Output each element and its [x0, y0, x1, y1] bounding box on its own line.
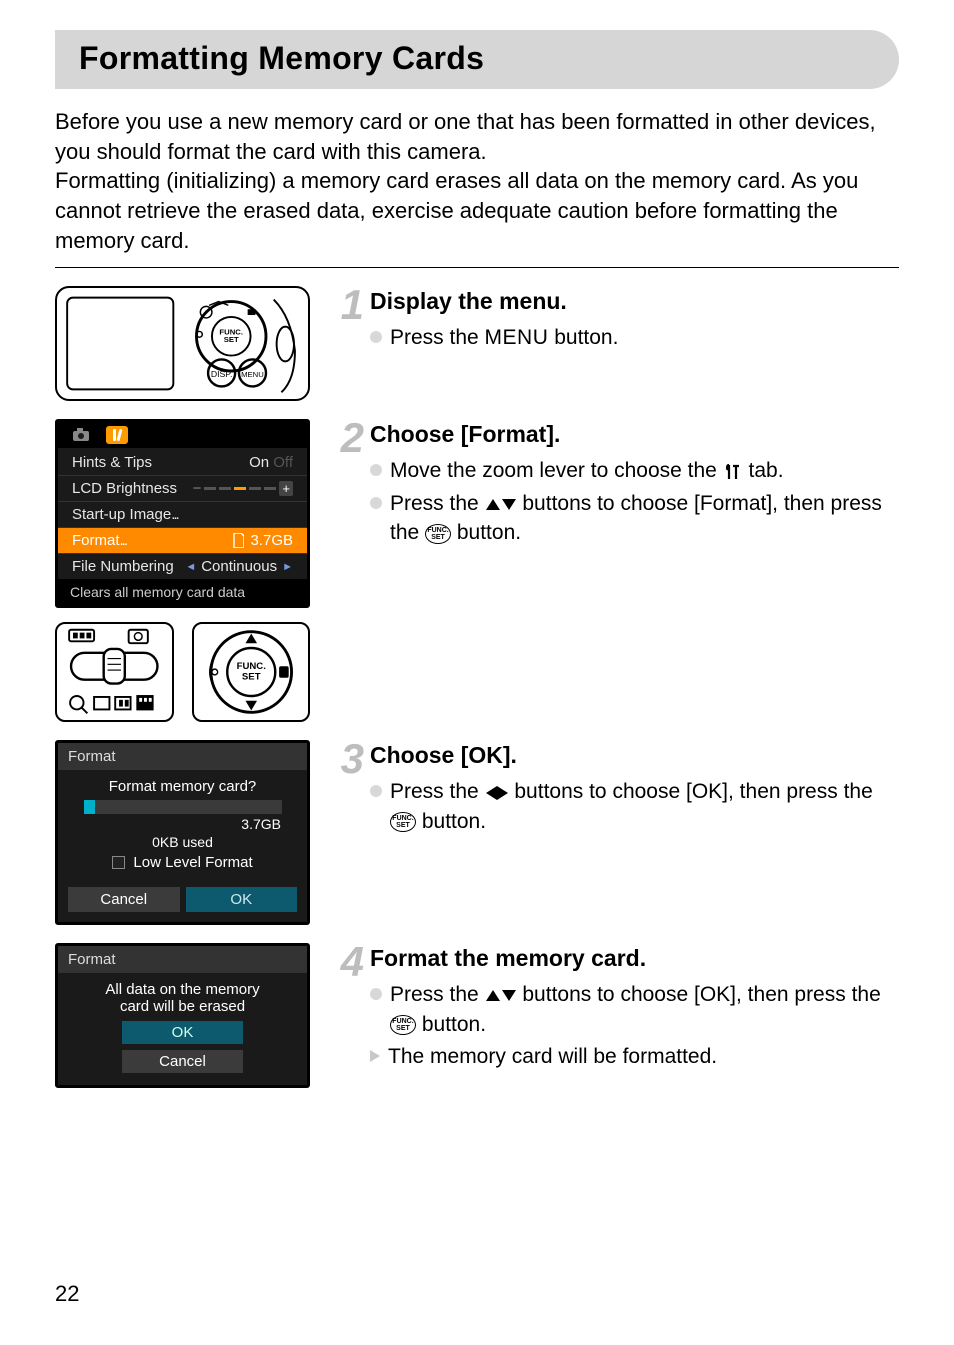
step-number: 2 — [330, 419, 364, 457]
result-line: The memory card will be formatted. — [370, 1042, 899, 1071]
bullet-icon — [370, 464, 382, 476]
tools-tab-icon — [106, 426, 128, 444]
cancel-button: Cancel — [122, 1050, 244, 1073]
menu-row-filenum: File Numbering ◄ Continuous ► — [58, 554, 307, 579]
sd-card-icon — [232, 533, 244, 548]
warning-line-1: All data on the memory — [70, 981, 295, 998]
intro-paragraph: Before you use a new memory card or one … — [55, 107, 899, 255]
left-right-arrows-icon — [486, 786, 508, 800]
dpad-illustration: FUNC. SET — [192, 622, 311, 722]
instruction-line: Press the buttons to choose [OK], then p… — [370, 777, 899, 836]
up-down-arrows-icon — [486, 499, 516, 510]
dialog-title: Format — [58, 946, 307, 973]
svg-text:FUNC.: FUNC. — [236, 662, 265, 673]
instruction-line: Press the MENU button. — [370, 323, 899, 352]
step-title: Format the memory card. — [370, 945, 899, 972]
page-number: 22 — [55, 1281, 79, 1307]
low-level-checkbox — [112, 856, 125, 869]
menu-row-brightness: LCD Brightness − + — [58, 476, 307, 502]
svg-text:MENU: MENU — [241, 370, 264, 379]
svg-text:SET: SET — [224, 335, 239, 344]
step-number: 1 — [330, 286, 364, 324]
func-set-icon: FUNC.SET — [390, 812, 416, 832]
brightness-slider: − + — [193, 480, 293, 497]
step-title: Choose [OK]. — [370, 742, 899, 769]
warning-line-2: card will be erased — [70, 998, 295, 1015]
func-set-icon: FUNC.SET — [390, 1015, 416, 1035]
instruction-line: Press the buttons to choose [OK], then p… — [370, 980, 899, 1039]
tools-tab-inline-icon — [724, 463, 742, 481]
settings-menu-screenshot: Hints & Tips On Off LCD Brightness − + — [55, 419, 310, 608]
menu-button-label: MENU — [485, 326, 549, 349]
camera-back-illustration: FUNC. SET DISP. MENU — [55, 286, 310, 401]
step-number: 3 — [330, 740, 364, 778]
bullet-icon — [370, 785, 382, 797]
ok-button: OK — [122, 1021, 244, 1044]
format-warning-dialog: Format All data on the memory card will … — [55, 943, 310, 1088]
menu-footer-hint: Clears all memory card data — [58, 579, 307, 605]
zoom-lever-illustration — [55, 622, 174, 722]
result-triangle-icon — [370, 1050, 380, 1062]
bullet-icon — [370, 331, 382, 343]
bullet-icon — [370, 988, 382, 1000]
separator — [55, 267, 899, 268]
menu-row-hints: Hints & Tips On Off — [58, 450, 307, 476]
up-down-arrows-icon — [486, 990, 516, 1001]
capacity-label: 3.7GB — [70, 816, 295, 832]
capacity-bar — [84, 800, 282, 814]
dialog-title: Format — [58, 743, 307, 770]
bullet-icon — [370, 497, 382, 509]
used-label: 0KB used — [70, 834, 295, 850]
svg-text:DISP.: DISP. — [211, 369, 233, 379]
camera-tab-icon — [70, 426, 92, 444]
cancel-button: Cancel — [68, 887, 180, 912]
step-title: Display the menu. — [370, 288, 899, 315]
ok-button: OK — [186, 887, 298, 912]
section-title: Formatting Memory Cards — [79, 40, 879, 77]
func-set-icon: FUNC.SET — [425, 524, 451, 544]
svg-text:SET: SET — [241, 672, 260, 683]
section-title-bar: Formatting Memory Cards — [55, 30, 899, 89]
format-confirm-dialog: Format Format memory card? 3.7GB 0KB use… — [55, 740, 310, 925]
step-title: Choose [Format]. — [370, 421, 899, 448]
dialog-question: Format memory card? — [70, 778, 295, 795]
step-number: 4 — [330, 943, 364, 981]
low-level-label: Low Level Format — [133, 854, 252, 871]
menu-row-format: Format... 3.7GB — [58, 528, 307, 554]
instruction-line: Move the zoom lever to choose the tab. — [370, 456, 899, 485]
menu-row-startup: Start-up Image... — [58, 502, 307, 528]
instruction-line: Press the buttons to choose [Format], th… — [370, 489, 899, 548]
menu-tab-bar — [58, 422, 307, 448]
